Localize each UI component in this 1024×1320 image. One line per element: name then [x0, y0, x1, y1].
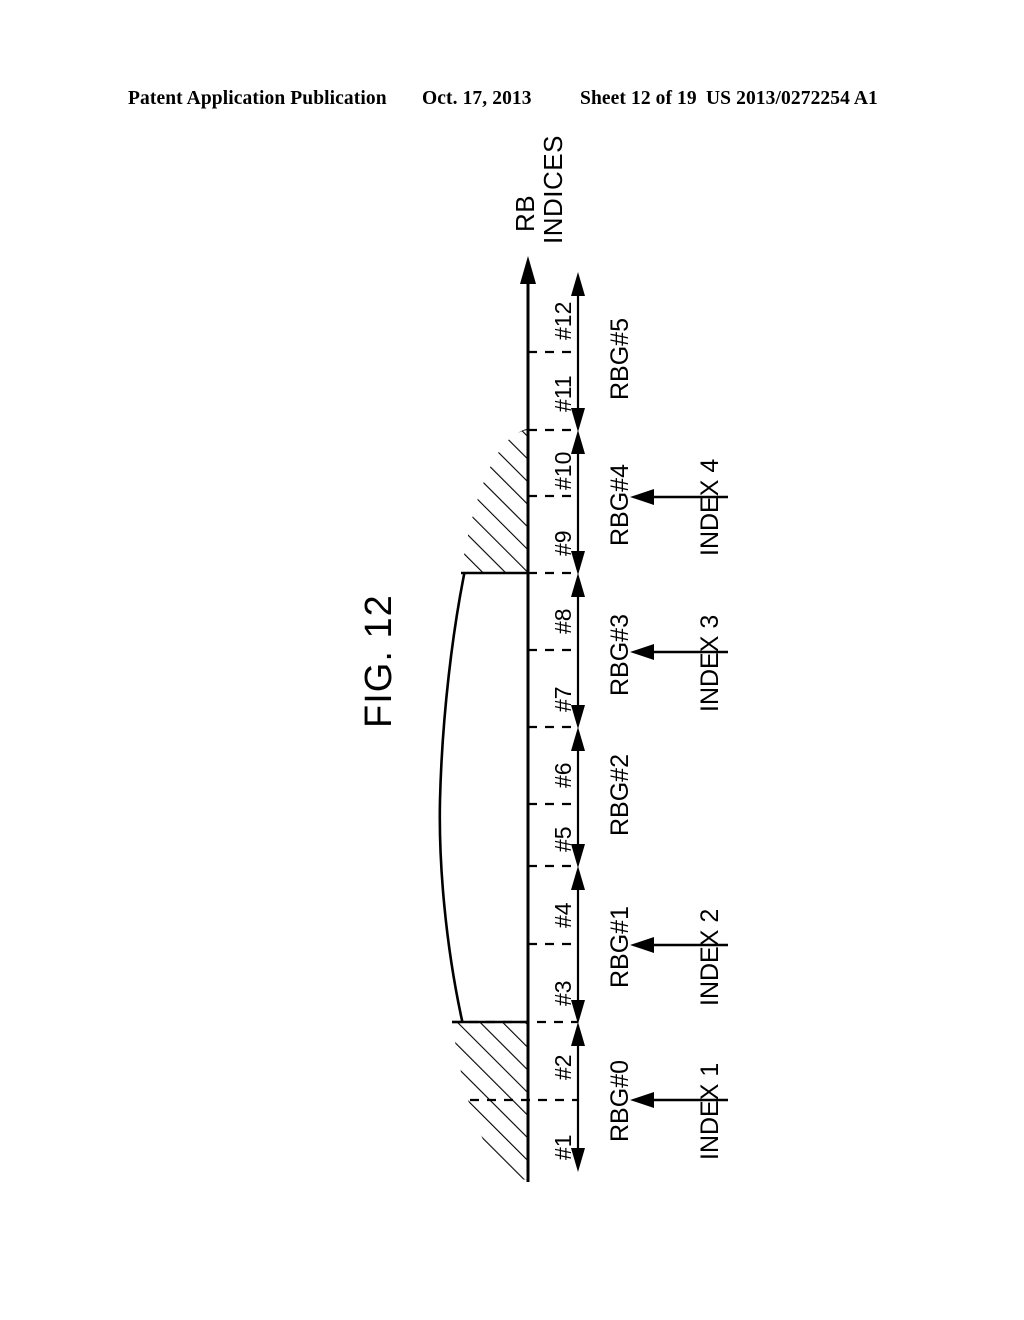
rb-label-11: #11: [550, 375, 576, 412]
rb-label-4: #4: [550, 902, 576, 928]
rb-label-8: #8: [550, 608, 576, 634]
rbg-label-rbg3: RBG#3: [606, 614, 634, 696]
rbg-label-rbg2: RBG#2: [606, 754, 634, 836]
rb-label-9: #9: [550, 530, 576, 556]
index-label-2: INDEX 2: [696, 908, 724, 1006]
index-leader-arrows: [630, 489, 728, 1108]
index-label-1: INDEX 1: [696, 1062, 724, 1160]
rb-label-1: #1: [550, 1134, 576, 1160]
index-label-4: INDEX 4: [696, 458, 724, 556]
axis-title-line-rb: RB: [510, 194, 540, 232]
figure-title: FIG. 12: [358, 594, 400, 728]
rb-label-3: #3: [550, 980, 576, 1006]
rb-label-5: #5: [550, 826, 576, 852]
rb-label-2: #2: [550, 1054, 576, 1080]
rb-label-6: #6: [550, 762, 576, 788]
index-label-3: INDEX 3: [696, 614, 724, 712]
rb-label-7: #7: [550, 686, 576, 712]
rb-label-12: #12: [550, 301, 576, 340]
figure-12: FIG. 12 RB INDICES #1 #2 #3 #4 #5 #6 #7 …: [0, 0, 1024, 1320]
rbg-label-rbg1: RBG#1: [606, 906, 634, 988]
rb-label-10: #10: [550, 451, 576, 490]
rbg-label-rbg4: RBG#4: [606, 464, 634, 546]
axis-title-line-indices: INDICES: [538, 135, 568, 244]
allocated-region-rbg0: [452, 1020, 528, 1180]
allocated-region-rbg4: [461, 430, 528, 575]
rbg-label-rbg5: RBG#5: [606, 318, 634, 400]
rbg-label-rbg0: RBG#0: [606, 1060, 634, 1142]
